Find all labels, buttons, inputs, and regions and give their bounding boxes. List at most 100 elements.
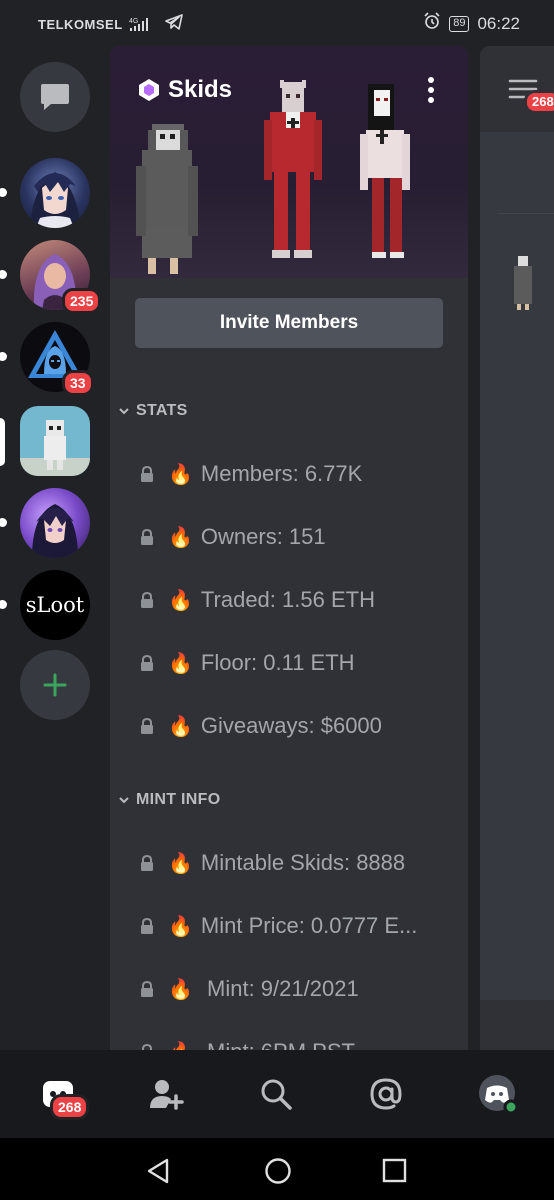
lock-icon	[141, 592, 153, 608]
channel-mint-price[interactable]: 🔥 Mint Price: 0.0777 E...	[140, 906, 450, 946]
server-name: Skids	[168, 76, 233, 103]
unread-indicator	[0, 600, 7, 609]
lock-icon	[141, 855, 153, 871]
clock: 06:22	[477, 13, 520, 33]
bottom-navigation: 268	[0, 1050, 554, 1138]
battery-indicator: 89	[449, 15, 470, 32]
fire-icon: 🔥	[168, 589, 193, 612]
unread-indicator	[0, 518, 7, 527]
nav-search[interactable]	[254, 1072, 298, 1116]
discord-screen: TELKOMSEL 4G 89 06:22 235 33 sLoot Skids…	[0, 0, 554, 1200]
red-suit-character	[264, 80, 322, 258]
divider	[498, 213, 554, 214]
channel-name: Mint: 6PM PST	[201, 1039, 355, 1050]
category-stats[interactable]: STATS	[118, 402, 188, 420]
fire-icon: 🔥	[168, 852, 193, 875]
lock-icon	[141, 918, 153, 934]
nav-friends[interactable]	[144, 1072, 188, 1116]
search-icon	[261, 1079, 292, 1110]
channel-name: Giveaways: $6000	[200, 713, 382, 738]
channel-mintable-skids[interactable]: 🔥 Mintable Skids: 8888	[140, 843, 450, 883]
channel-owners[interactable]: 🔥 Owners: 151	[140, 517, 450, 557]
chevron-down-icon	[119, 797, 129, 804]
channel-traded[interactable]: 🔥 Traded: 1.56 ETH	[140, 580, 450, 620]
anime-boy-icon	[32, 504, 78, 558]
fire-icon: 🔥	[168, 526, 193, 549]
channel-name: Traded: 1.56 ETH	[200, 587, 375, 612]
telegram-icon	[164, 14, 183, 35]
lock-icon	[141, 981, 153, 997]
network-type: 4G	[129, 18, 138, 25]
more-options-icon[interactable]	[426, 76, 436, 104]
nav-mentions[interactable]	[364, 1072, 408, 1116]
mention-badge: 33	[62, 370, 94, 396]
fire-icon: 🔥	[168, 915, 193, 938]
back-icon[interactable]	[146, 1158, 170, 1184]
invite-members-button[interactable]: Invite Members	[135, 298, 443, 348]
lock-icon	[141, 655, 153, 671]
fire-icon: 🔥	[168, 978, 193, 1001]
channel-name: Mint: 9/21/2021	[200, 976, 359, 1001]
lock-icon	[141, 529, 153, 545]
boost-gem-icon	[139, 79, 159, 101]
alarm-icon	[423, 12, 441, 35]
fire-icon: 🔥	[168, 1040, 193, 1051]
category-label: STATS	[136, 402, 188, 419]
add-server-button[interactable]	[20, 650, 90, 720]
channel-mint-time[interactable]: 🔥 Mint: 6PM PST	[140, 1032, 450, 1050]
at-mention-icon	[370, 1078, 402, 1110]
channel-members[interactable]: 🔥 Members: 6.77K	[140, 454, 450, 494]
chevron-down-icon	[119, 408, 129, 415]
category-mint-info[interactable]: MINT INFO	[118, 791, 220, 809]
fire-icon: 🔥	[168, 715, 193, 738]
server-icon-1[interactable]	[20, 158, 90, 228]
server-rail: 235 33 sLoot	[0, 46, 110, 1050]
channel-floor[interactable]: 🔥 Floor: 0.11 ETH	[140, 643, 450, 683]
unread-indicator	[0, 270, 7, 279]
unread-indicator	[0, 188, 7, 197]
channel-name: Mint Price: 0.0777 E...	[200, 913, 418, 938]
channel-name: Owners: 151	[200, 524, 326, 549]
fire-icon: 🔥	[168, 652, 193, 675]
mention-badge: 235	[62, 288, 102, 314]
direct-messages-button[interactable]	[20, 62, 90, 132]
fire-icon: 🔥	[168, 463, 193, 486]
plus-icon	[43, 673, 67, 697]
ghost-character	[136, 124, 198, 274]
nav-profile[interactable]	[476, 1072, 520, 1116]
ghost-avatar-icon	[514, 256, 532, 310]
home-circle-icon[interactable]	[264, 1157, 292, 1185]
channel-name: Floor: 0.11 ETH	[200, 650, 355, 675]
signal-icon: 4G	[129, 16, 159, 34]
category-label: MINT INFO	[136, 791, 221, 808]
status-left: TELKOMSEL 4G	[38, 14, 183, 35]
anime-avatar-icon	[30, 172, 80, 228]
lock-icon	[141, 718, 153, 734]
channel-giveaways[interactable]: 🔥 Giveaways: $6000	[140, 706, 450, 746]
home-unread-badge: 268	[50, 1094, 90, 1120]
vampire-character	[360, 84, 410, 258]
recent-apps-icon[interactable]	[382, 1158, 408, 1184]
server-icon-5[interactable]	[20, 488, 90, 558]
unread-badge: 268	[524, 90, 554, 114]
status-right: 89 06:22	[423, 12, 520, 35]
chat-peek-panel[interactable]: 268	[480, 46, 554, 1050]
server-icon-sloot[interactable]: sLoot	[20, 570, 90, 640]
server-banner: Skids	[110, 46, 468, 278]
skid-character-icon	[20, 420, 90, 476]
status-bar: TELKOMSEL 4G 89 06:22	[0, 0, 554, 46]
android-navigation-bar	[0, 1138, 554, 1200]
selected-indicator	[0, 418, 5, 466]
channel-panel: Skids Invite Members STATS 🔥 Members: 6.…	[110, 46, 468, 1050]
unread-indicator	[0, 352, 7, 361]
chat-bubble-icon	[41, 84, 69, 110]
server-title[interactable]: Skids	[136, 76, 232, 104]
user-avatar-icon	[479, 1075, 518, 1114]
channel-name: Mintable Skids: 8888	[200, 850, 406, 875]
message-bar[interactable]	[480, 1000, 554, 1050]
lock-icon	[141, 466, 153, 482]
channel-name: Members: 6.77K	[200, 461, 363, 486]
friends-icon	[150, 1080, 184, 1110]
server-icon-skids[interactable]	[20, 406, 90, 476]
channel-mint-date[interactable]: 🔥 Mint: 9/21/2021	[140, 969, 450, 1009]
